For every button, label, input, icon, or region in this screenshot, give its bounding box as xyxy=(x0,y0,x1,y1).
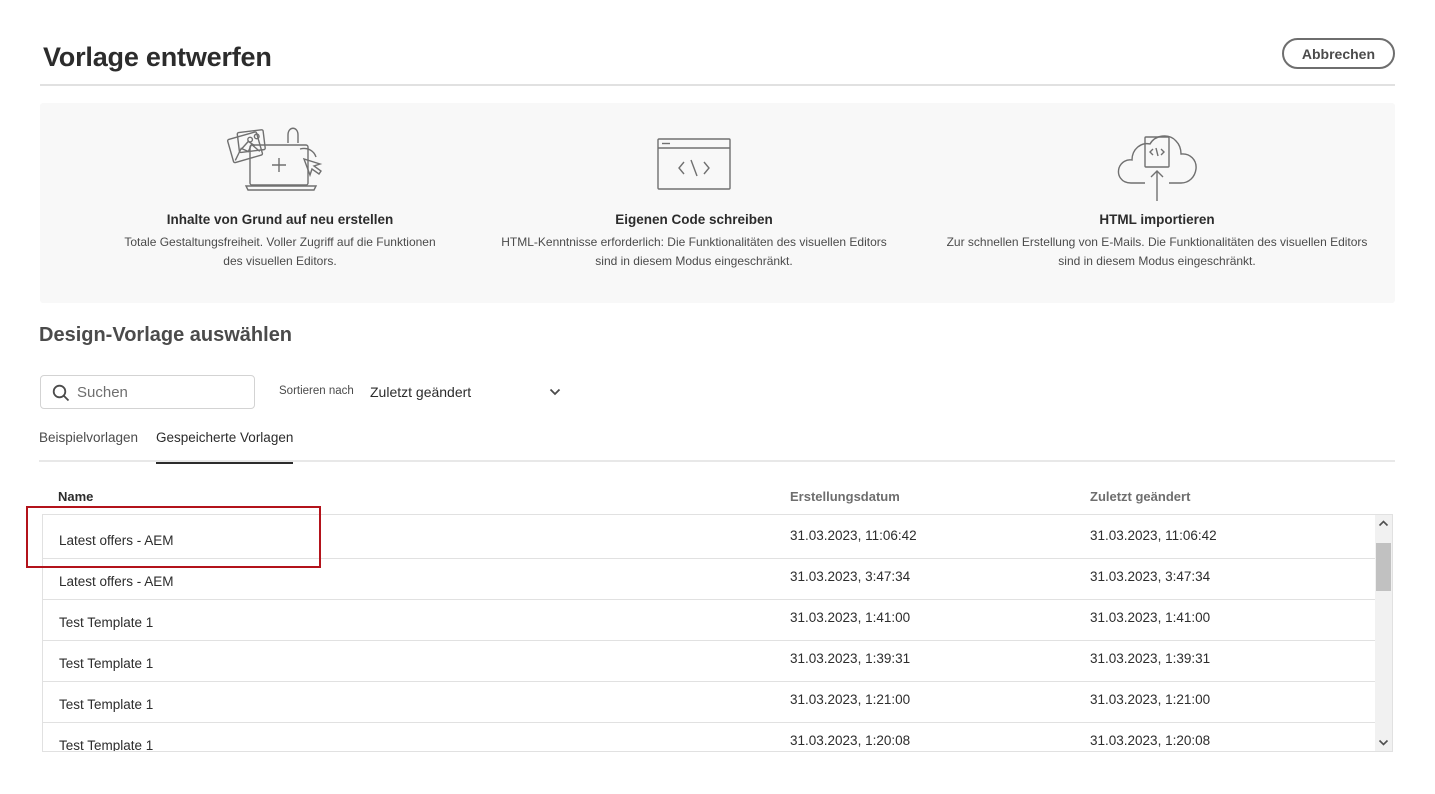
template-name: Test Template 1 xyxy=(59,738,154,752)
chevron-down-icon xyxy=(549,388,561,396)
option-description: HTML-Kenntnisse erforderlich: Die Funkti… xyxy=(494,233,894,271)
search-field xyxy=(40,375,255,409)
scrollbar-thumb[interactable] xyxy=(1376,543,1391,591)
created-date: 31.03.2023, 1:21:00 xyxy=(790,692,911,707)
created-date: 31.03.2023, 3:47:34 xyxy=(790,569,911,584)
table-row[interactable]: Test Template 1 31.03.2023, 1:41:00 31.0… xyxy=(43,600,1376,641)
option-description: Zur schnellen Erstellung von E-Mails. Di… xyxy=(945,233,1369,271)
table-row[interactable]: Test Template 1 31.03.2023, 1:39:31 31.0… xyxy=(43,641,1376,682)
sort-dropdown[interactable]: Zuletzt geändert xyxy=(370,380,565,404)
chevron-down-icon xyxy=(1378,739,1389,746)
template-name: Test Template 1 xyxy=(59,615,154,630)
sort-label: Sortieren nach xyxy=(279,385,354,397)
option-description-line: sind in diesem Modus eingeschränkt. xyxy=(1058,254,1256,268)
code-window-illustration xyxy=(657,138,731,190)
option-title: Inhalte von Grund auf neu erstellen xyxy=(166,212,394,227)
option-title: Eigenen Code schreiben xyxy=(615,212,773,227)
section-title: Design-Vorlage auswählen xyxy=(39,324,293,346)
table-row[interactable]: Test Template 1 31.03.2023, 1:20:08 31.0… xyxy=(43,723,1376,752)
created-date: 31.03.2023, 11:06:42 xyxy=(790,528,917,543)
search-icon xyxy=(52,384,70,402)
option-description: Totale Gestaltungsfreiheit. Voller Zugri… xyxy=(80,233,480,271)
sort-selected-value: Zuletzt geändert xyxy=(370,384,472,400)
column-header-created[interactable]: Erstellungsdatum xyxy=(790,489,900,504)
modified-date: 31.03.2023, 1:20:08 xyxy=(1090,733,1211,748)
scroll-down-button[interactable] xyxy=(1375,734,1392,751)
templates-table: Latest offers - AEM 31.03.2023, 11:06:42… xyxy=(42,514,1393,752)
option-import-html[interactable]: HTML importieren Zur schnellen Erstellun… xyxy=(945,103,1369,303)
option-description-line: des visuellen Editors. xyxy=(223,254,337,268)
chevron-up-icon xyxy=(1378,520,1389,527)
created-date: 31.03.2023, 1:39:31 xyxy=(790,651,911,666)
scroll-up-button[interactable] xyxy=(1375,515,1392,532)
table-row[interactable]: Latest offers - AEM 31.03.2023, 3:47:34 … xyxy=(43,559,1376,600)
template-name: Test Template 1 xyxy=(59,697,154,712)
design-options-panel: Inhalte von Grund auf neu erstellen Tota… xyxy=(40,103,1395,303)
option-title: HTML importieren xyxy=(1099,212,1215,227)
template-name: Latest offers - AEM xyxy=(59,533,174,548)
option-write-own-code[interactable]: Eigenen Code schreiben HTML-Kenntnisse e… xyxy=(494,103,894,303)
template-name: Latest offers - AEM xyxy=(59,574,174,589)
modified-date: 31.03.2023, 1:41:00 xyxy=(1090,610,1211,625)
option-create-from-scratch[interactable]: Inhalte von Grund auf neu erstellen Tota… xyxy=(80,103,480,303)
page-title: Vorlage entwerfen xyxy=(43,42,272,72)
search-input[interactable] xyxy=(77,376,247,408)
table-row[interactable]: Test Template 1 31.03.2023, 1:21:00 31.0… xyxy=(43,682,1376,723)
column-header-name[interactable]: Name xyxy=(58,489,93,504)
template-tabs: Beispielvorlagen Gespeicherte Vorlagen xyxy=(39,428,1395,464)
option-description-line: sind in diesem Modus eingeschränkt. xyxy=(595,254,793,268)
created-date: 31.03.2023, 1:41:00 xyxy=(790,610,911,625)
tab-example-templates[interactable]: Beispielvorlagen xyxy=(39,430,138,462)
tab-saved-templates[interactable]: Gespeicherte Vorlagen xyxy=(156,430,294,464)
option-description-line: Zur schnellen Erstellung von E-Mails. Di… xyxy=(946,235,1368,249)
modified-date: 31.03.2023, 3:47:34 xyxy=(1090,569,1211,584)
template-name: Test Template 1 xyxy=(59,656,154,671)
table-scrollbar[interactable] xyxy=(1375,515,1392,751)
table-row[interactable]: Latest offers - AEM 31.03.2023, 11:06:42… xyxy=(43,518,1376,559)
modified-date: 31.03.2023, 1:21:00 xyxy=(1090,692,1211,707)
modified-date: 31.03.2023, 11:06:42 xyxy=(1090,528,1217,543)
option-description-line: HTML-Kenntnisse erforderlich: Die Funkti… xyxy=(501,235,887,249)
cancel-button[interactable]: Abbrechen xyxy=(1281,38,1395,69)
page-header: Vorlage entwerfen Abbrechen xyxy=(40,36,1395,86)
column-header-modified[interactable]: Zuletzt geändert xyxy=(1090,489,1190,504)
cloud-upload-illustration xyxy=(1117,135,1197,201)
design-canvas-illustration xyxy=(226,127,323,191)
created-date: 31.03.2023, 1:20:08 xyxy=(790,733,911,748)
option-description-line: Totale Gestaltungsfreiheit. Voller Zugri… xyxy=(124,235,436,249)
modified-date: 31.03.2023, 1:39:31 xyxy=(1090,651,1211,666)
